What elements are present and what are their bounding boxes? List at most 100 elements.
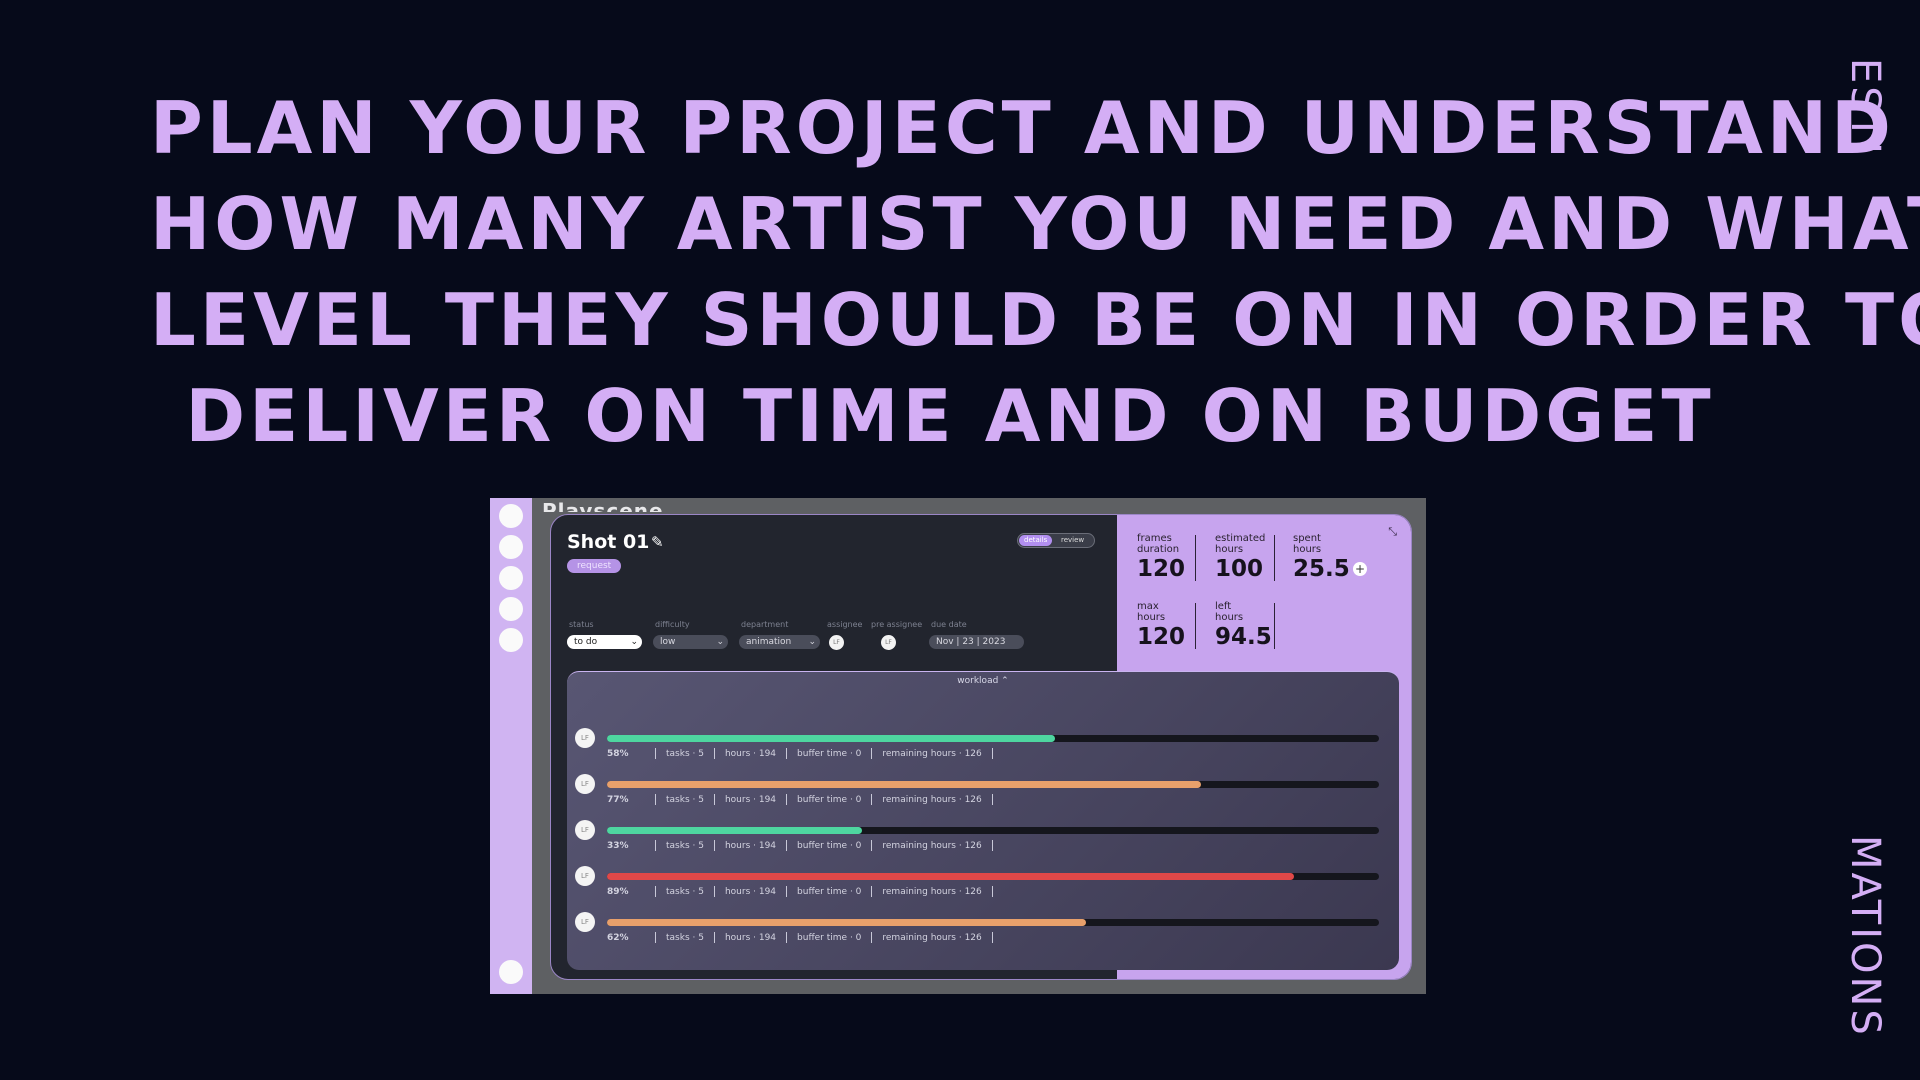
- edit-pencil-icon[interactable]: ✎: [651, 533, 664, 551]
- collapse-icon[interactable]: ⤡: [1388, 525, 1397, 539]
- artist-avatar[interactable]: LF: [575, 866, 595, 886]
- workload-panel: workload ⌃ LF 58% tasks · 5 hours · 194 buff…: [567, 671, 1399, 970]
- workload-progress-track: [607, 873, 1379, 880]
- workload-hours: hours · 194: [724, 841, 777, 851]
- status-value: to do: [574, 637, 598, 647]
- workload-toggle[interactable]: workload ⌃: [567, 676, 1399, 686]
- due-date-picker[interactable]: Nov | 23 | 2023: [929, 635, 1024, 649]
- workload-remaining: remaining hours · 126: [882, 887, 982, 897]
- workload-percent: 33%: [607, 841, 629, 851]
- status-select[interactable]: to do ⌄: [567, 635, 642, 649]
- shot-name: Shot 01: [567, 531, 650, 553]
- chevron-down-icon: ⌄: [630, 637, 638, 647]
- headline-line-2: HOW MANY ARTIST YOU NEED AND WHAT: [150, 182, 1920, 266]
- artist-avatar[interactable]: LF: [575, 912, 595, 932]
- assignee-avatar[interactable]: LF: [829, 635, 844, 650]
- add-hours-button[interactable]: +: [1353, 562, 1367, 576]
- workload-percent: 77%: [607, 795, 629, 805]
- workload-progress-fill: [607, 781, 1202, 788]
- workload-progress-track: [607, 827, 1379, 834]
- metric-value: 120: [1137, 556, 1186, 582]
- workload-progress-fill: [607, 827, 862, 834]
- side-text-top: ESTI: [1842, 58, 1888, 157]
- difficulty-value: low: [660, 637, 676, 647]
- headline-line-3: LEVEL THEY SHOULD BE ON IN ORDER TO: [150, 278, 1920, 362]
- department-select[interactable]: animation ⌄: [739, 635, 820, 649]
- tab-details[interactable]: details: [1019, 535, 1053, 546]
- workload-tasks: tasks · 5: [666, 795, 704, 805]
- metric-value: 94.5: [1215, 624, 1272, 650]
- workload-stats: 33% tasks · 5 hours · 194 buffer time · 0 re…: [607, 840, 1003, 853]
- view-toggle: details review: [1017, 533, 1095, 548]
- artist-avatar[interactable]: LF: [575, 728, 595, 748]
- metric-frames-duration: frames duration 120: [1137, 533, 1185, 583]
- app-sidebar: [490, 498, 532, 994]
- app-screenshot: Playscene Shot 01 ✎ request details revi…: [490, 498, 1426, 994]
- headline: PLAN YOUR PROJECT AND UNDERSTAND HOW MAN…: [150, 80, 1920, 464]
- workload-remaining: remaining hours · 126: [882, 795, 982, 805]
- workload-percent: 62%: [607, 933, 629, 943]
- metric-divider: [1195, 535, 1196, 581]
- shot-detail-panel: Shot 01 ✎ request details review status …: [550, 514, 1412, 980]
- difficulty-select[interactable]: low ⌄: [653, 635, 728, 649]
- workload-row: LF 33% tasks · 5 hours · 194 buffer time · 0…: [575, 820, 1385, 860]
- sidebar-profile-icon[interactable]: [499, 960, 523, 984]
- metric-divider: [1195, 603, 1196, 649]
- metric-value: 100: [1215, 556, 1264, 582]
- workload-progress-fill: [607, 873, 1295, 880]
- metric-label: estimated hours: [1215, 533, 1266, 555]
- workload-buffer: buffer time · 0: [797, 841, 862, 851]
- headline-line-1: PLAN YOUR PROJECT AND UNDERSTAND: [150, 86, 1895, 170]
- metric-divider: [1274, 603, 1275, 649]
- workload-tasks: tasks · 5: [666, 887, 704, 897]
- workload-buffer: buffer time · 0: [797, 887, 862, 897]
- workload-buffer: buffer time · 0: [797, 749, 862, 759]
- pre-assignee-avatar[interactable]: LF: [881, 635, 896, 650]
- sidebar-nav-icon[interactable]: [499, 597, 523, 621]
- app-title: Playscene: [542, 499, 664, 512]
- workload-stats: 89% tasks · 5 hours · 194 buffer time · 0 re…: [607, 886, 1003, 899]
- assignee-label: assignee: [827, 620, 863, 629]
- metric-value: 120: [1137, 624, 1186, 650]
- workload-progress-track: [607, 735, 1379, 742]
- metric-label: spent hours: [1293, 533, 1322, 555]
- workload-tasks: tasks · 5: [666, 749, 704, 759]
- chevron-down-icon: ⌄: [716, 637, 724, 647]
- workload-row: LF 89% tasks · 5 hours · 194 buffer time · 0…: [575, 866, 1385, 906]
- department-label: department: [741, 620, 789, 629]
- artist-avatar[interactable]: LF: [575, 774, 595, 794]
- workload-percent: 89%: [607, 887, 629, 897]
- due-date-label: due date: [931, 620, 967, 629]
- workload-row: LF 77% tasks · 5 hours · 194 buffer time · 0…: [575, 774, 1385, 814]
- sidebar-nav-icon[interactable]: [499, 504, 523, 528]
- workload-hours: hours · 194: [724, 795, 777, 805]
- status-badge: request: [567, 559, 622, 573]
- workload-hours: hours · 194: [724, 749, 777, 759]
- metric-label: frames duration: [1137, 533, 1180, 555]
- metric-spent-hours: spent hours 25.5: [1293, 533, 1350, 583]
- workload-progress-fill: [607, 919, 1086, 926]
- workload-buffer: buffer time · 0: [797, 795, 862, 805]
- sidebar-nav-icon[interactable]: [499, 628, 523, 652]
- chevron-down-icon: ⌄: [808, 637, 816, 647]
- workload-percent: 58%: [607, 749, 629, 759]
- artist-avatar[interactable]: LF: [575, 820, 595, 840]
- metric-label: left hours: [1215, 601, 1244, 623]
- tab-review[interactable]: review: [1056, 535, 1089, 546]
- metric-divider: [1274, 535, 1275, 581]
- workload-remaining: remaining hours · 126: [882, 933, 982, 943]
- side-text-bottom: MATIONS: [1842, 835, 1888, 1038]
- sidebar-nav-icon[interactable]: [499, 566, 523, 590]
- workload-progress-fill: [607, 735, 1055, 742]
- workload-remaining: remaining hours · 126: [882, 841, 982, 851]
- workload-stats: 77% tasks · 5 hours · 194 buffer time · 0 re…: [607, 794, 1003, 807]
- workload-stats: 58% tasks · 5 hours · 194 buffer time · 0 re…: [607, 748, 1003, 761]
- metric-estimated-hours: estimated hours 100: [1215, 533, 1265, 583]
- difficulty-label: difficulty: [655, 620, 690, 629]
- metric-max-hours: max hours 120: [1137, 601, 1185, 651]
- sidebar-nav-icon[interactable]: [499, 535, 523, 559]
- workload-hours: hours · 194: [724, 933, 777, 943]
- metric-label: max hours: [1137, 601, 1166, 623]
- headline-line-4: DELIVER ON TIME AND ON BUDGET: [185, 374, 1715, 458]
- workload-stats: 62% tasks · 5 hours · 194 buffer time · 0 re…: [607, 932, 1003, 945]
